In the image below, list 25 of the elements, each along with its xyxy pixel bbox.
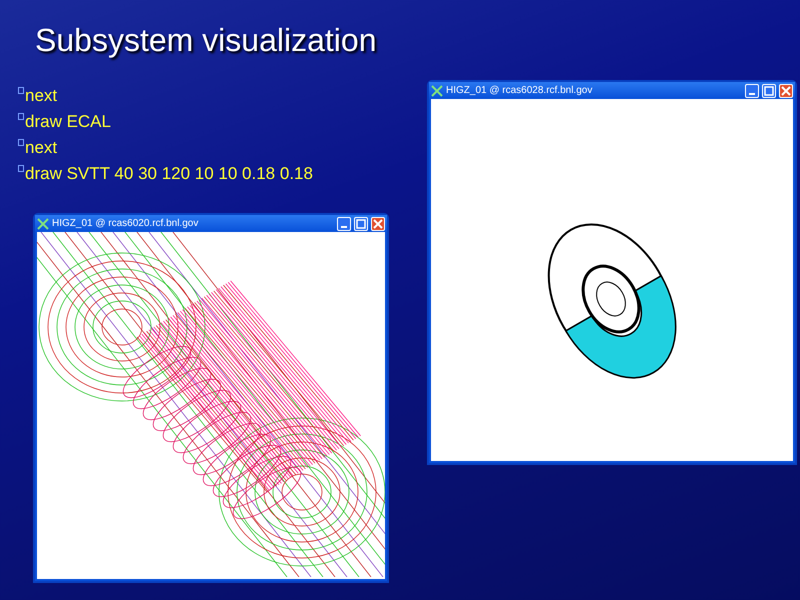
command-text: draw SVTT 40 30 120 10 10 0.18 0.18 [25, 163, 313, 184]
minus-icon [749, 92, 755, 94]
window-title: HIGZ_01 @ rcas6028.rcf.bnl.gov [446, 85, 594, 96]
minimize-button[interactable] [745, 84, 759, 98]
square-icon [763, 84, 775, 96]
command-text: next [25, 85, 58, 106]
minus-icon [341, 226, 347, 228]
square-icon [355, 218, 367, 230]
close-icon [372, 218, 384, 230]
maximize-button[interactable] [354, 216, 368, 230]
window-title: HIGZ_01 @ rcas6020.rcf.bnl.gov [52, 218, 200, 229]
maximize-button[interactable] [762, 84, 776, 98]
slide-title: Subsystem visualization [35, 22, 376, 59]
bullet-icon [18, 165, 24, 172]
bullet-icon [18, 113, 24, 120]
bullet-icon [18, 87, 24, 94]
x-icon [431, 84, 443, 96]
command-text: next [25, 137, 58, 158]
close-icon [780, 84, 792, 96]
close-button[interactable] [779, 84, 793, 98]
minimize-button[interactable] [337, 216, 351, 230]
x-icon [37, 218, 49, 230]
bullet-icon [18, 139, 24, 146]
close-button[interactable] [371, 216, 385, 230]
command-text: draw ECAL [25, 111, 111, 132]
